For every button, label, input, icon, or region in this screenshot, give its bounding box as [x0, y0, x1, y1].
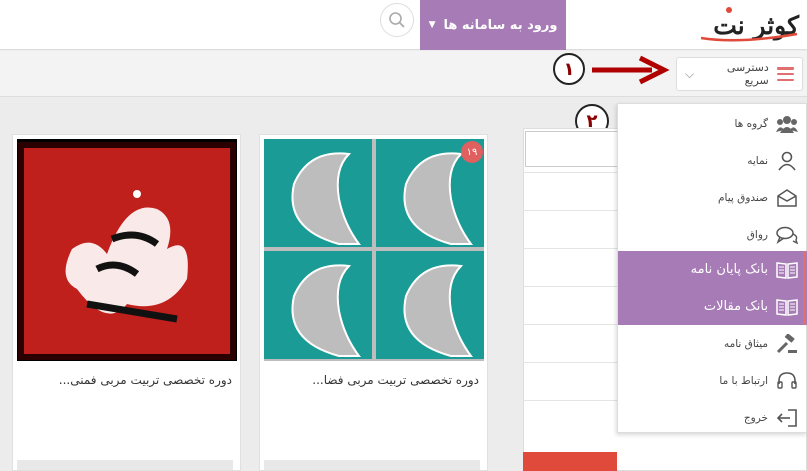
- menu-item-thesis-bank[interactable]: بانک پایان نامه: [618, 251, 807, 288]
- chevron-down-icon: ⌵: [685, 66, 695, 81]
- menu-item-articles-bank[interactable]: بانک مقالات: [618, 288, 807, 325]
- menu-item-groups[interactable]: گروه ها: [618, 106, 807, 142]
- search-button[interactable]: [380, 3, 414, 37]
- logout-icon: [776, 407, 798, 429]
- annotation-arrow-1-icon: [592, 55, 670, 85]
- menu-item-label: میثاق نامه: [723, 338, 768, 350]
- top-bar: ورود به سامانه ها ▼ کوثر نت: [0, 0, 807, 50]
- gavel-icon: [776, 333, 798, 355]
- menu-item-charter[interactable]: میثاق نامه: [618, 326, 807, 362]
- login-label: ورود به سامانه ها: [443, 17, 558, 33]
- menu-accent-bar: [803, 251, 806, 325]
- menu-item-contact[interactable]: ارتباط با ما: [618, 363, 807, 399]
- annotation-step-1: ۱: [553, 53, 585, 85]
- menu-item-label: رواق: [746, 229, 768, 241]
- menu-item-logout[interactable]: خروج: [618, 400, 807, 436]
- quick-access-label: دسترسی سریع: [726, 61, 769, 87]
- hamburger-icon: [776, 67, 794, 81]
- card-footer: [17, 460, 233, 470]
- menu-item-label: نمایه: [747, 155, 768, 167]
- sidebar-input[interactable]: [525, 131, 625, 167]
- course-title[interactable]: دوره تخصصی تربیت مربی فمنی...: [59, 373, 232, 387]
- menu-item-inbox[interactable]: صندوق پیام: [618, 180, 807, 216]
- envelope-icon: [776, 187, 798, 209]
- course-thumbnail[interactable]: [17, 139, 237, 361]
- menu-item-label: خروج: [743, 412, 768, 424]
- login-button[interactable]: ورود به سامانه ها ▼: [420, 0, 566, 50]
- book-icon: [776, 296, 798, 318]
- logo[interactable]: کوثر نت: [699, 4, 801, 44]
- headset-icon: [776, 370, 798, 392]
- menu-item-forum[interactable]: رواق: [618, 217, 807, 253]
- card-footer: [264, 460, 480, 470]
- caret-down-icon: ▼: [428, 20, 436, 30]
- book-icon: [776, 259, 798, 281]
- course-thumbnail[interactable]: [264, 139, 484, 361]
- chat-icon: [776, 224, 798, 246]
- sub-bar: دسترسی سریع ⌵: [0, 51, 807, 97]
- course-card[interactable]: ۱۹ دوره تخصصی تربیت مربی فضا...: [259, 134, 488, 471]
- course-card[interactable]: دوره تخصصی تربیت مربی فمنی...: [12, 134, 241, 471]
- quick-access-menu: گروه ها نمایه صندوق پیام رواق بانک پایان…: [617, 103, 807, 433]
- annotation-step-1-label: ۱: [563, 58, 575, 80]
- menu-item-label: بانک پایان نامه: [690, 262, 768, 277]
- search-icon: [389, 12, 405, 28]
- course-title[interactable]: دوره تخصصی تربیت مربی فضا...: [312, 373, 479, 387]
- user-icon: [776, 150, 798, 172]
- menu-item-label: بانک مقالات: [703, 299, 768, 314]
- sidebar-red-button[interactable]: [523, 452, 617, 471]
- users-icon: [776, 113, 798, 135]
- notification-badge: ۱۹: [461, 141, 483, 163]
- quick-access-dropdown[interactable]: دسترسی سریع ⌵: [676, 57, 803, 91]
- menu-item-label: گروه ها: [734, 118, 768, 130]
- menu-item-label: صندوق پیام: [718, 192, 768, 204]
- menu-item-profile[interactable]: نمایه: [618, 143, 807, 179]
- menu-item-label: ارتباط با ما: [719, 375, 768, 387]
